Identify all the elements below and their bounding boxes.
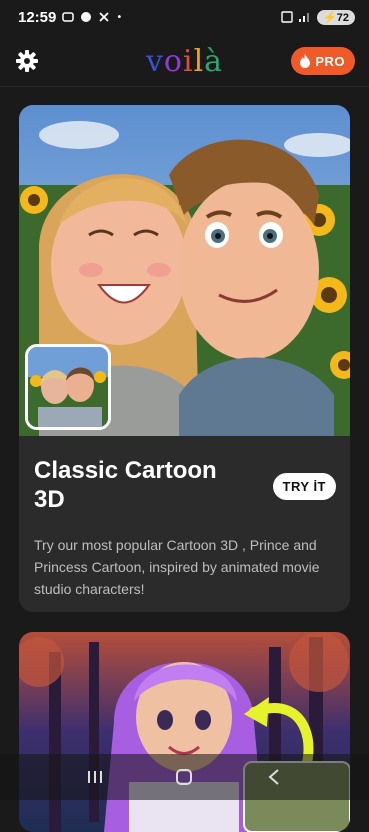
home-button[interactable] — [172, 765, 196, 789]
original-photo-thumbnail — [25, 344, 111, 430]
try-it-button[interactable]: TRY İT — [273, 473, 336, 500]
flame-icon — [299, 54, 311, 68]
dot-icon: • — [116, 12, 122, 23]
back-button[interactable] — [262, 765, 286, 789]
original-photo — [28, 347, 108, 427]
status-right: ⚡72 — [281, 10, 355, 25]
status-time: 12:59 — [18, 9, 56, 26]
cartoon-girl-illustration — [19, 632, 350, 832]
style-title: Classic Cartoon 3D — [34, 456, 254, 514]
pro-label: PRO — [315, 54, 345, 69]
signal-icon — [298, 11, 312, 23]
logo-letter: à — [204, 44, 223, 79]
logo-letter: i — [183, 44, 194, 79]
card-body: Classic Cartoon 3D TRY İT Try our most p… — [19, 436, 350, 600]
data-icon — [281, 11, 293, 23]
app-header: voilà PRO — [0, 40, 369, 82]
logo-letter: v — [146, 44, 164, 79]
second-style-card[interactable] — [19, 632, 350, 832]
x-icon — [98, 11, 110, 23]
header-divider — [0, 86, 369, 87]
logo-letter: l — [194, 44, 205, 79]
gear-icon — [15, 49, 39, 73]
battery-level: 72 — [337, 12, 349, 24]
settings-button[interactable] — [14, 48, 40, 74]
system-navigation-bar — [0, 754, 369, 800]
recent-apps-icon — [86, 769, 104, 785]
cartoon-preview-image[interactable] — [19, 105, 350, 436]
featured-style-card[interactable]: Classic Cartoon 3D TRY İT Try our most p… — [19, 105, 350, 612]
recent-apps-button[interactable] — [83, 765, 107, 789]
style-description: Try our most popular Cartoon 3D , Prince… — [34, 534, 334, 600]
notification-icon — [62, 11, 74, 23]
home-icon — [175, 768, 193, 786]
status-bar: 12:59 • ⚡72 — [0, 0, 369, 34]
app-logo: voilà — [146, 44, 223, 79]
back-icon — [267, 768, 281, 786]
pro-button[interactable]: PRO — [291, 47, 355, 75]
app-notification-icon — [80, 11, 92, 23]
battery-indicator: ⚡72 — [317, 10, 355, 25]
logo-letter: o — [164, 44, 183, 79]
status-left: 12:59 • — [18, 9, 122, 26]
